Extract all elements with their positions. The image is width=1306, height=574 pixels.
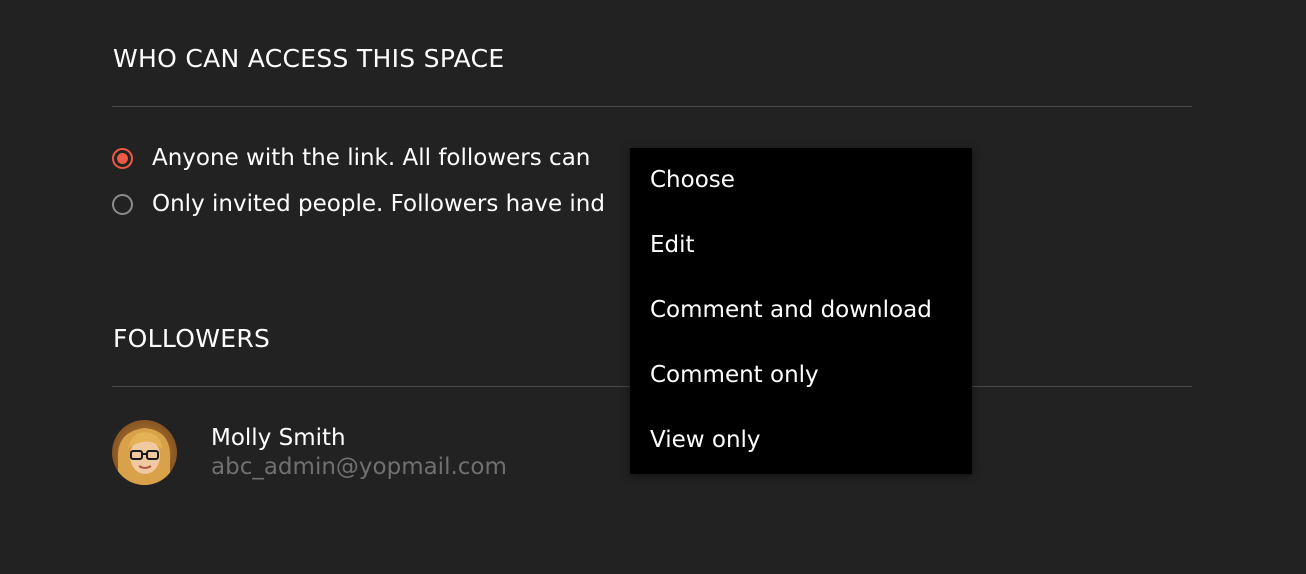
avatar xyxy=(112,420,177,485)
follower-row: Molly Smith abc_admin@yopmail.com xyxy=(112,420,507,485)
permission-dropdown-menu: Choose Edit Comment and download Comment… xyxy=(630,148,972,474)
access-option-label: Anyone with the link. All followers can xyxy=(152,145,591,171)
menu-item-comment-and-download[interactable]: Comment and download xyxy=(630,278,972,343)
access-option-anyone[interactable]: Anyone with the link. All followers can xyxy=(112,145,590,171)
follower-name: Molly Smith xyxy=(211,424,346,451)
access-section-title: WHO CAN ACCESS THIS SPACE xyxy=(113,44,505,73)
menu-item-edit[interactable]: Edit xyxy=(630,213,972,278)
followers-section-title: FOLLOWERS xyxy=(113,324,271,353)
menu-item-choose[interactable]: Choose xyxy=(630,148,972,213)
access-divider xyxy=(112,106,1192,107)
menu-item-comment-only[interactable]: Comment only xyxy=(630,343,972,408)
menu-item-view-only[interactable]: View only xyxy=(630,408,972,473)
radio-selected-icon[interactable] xyxy=(112,147,133,169)
radio-unselected-icon[interactable] xyxy=(112,193,133,215)
access-option-label: Only invited people. Followers have ind xyxy=(152,191,605,217)
follower-details: Molly Smith abc_admin@yopmail.com xyxy=(211,424,507,482)
follower-email: abc_admin@yopmail.com xyxy=(211,453,507,480)
access-option-invited[interactable]: Only invited people. Followers have ind xyxy=(112,191,605,217)
space-settings-page: WHO CAN ACCESS THIS SPACE Anyone with th… xyxy=(0,0,1306,574)
